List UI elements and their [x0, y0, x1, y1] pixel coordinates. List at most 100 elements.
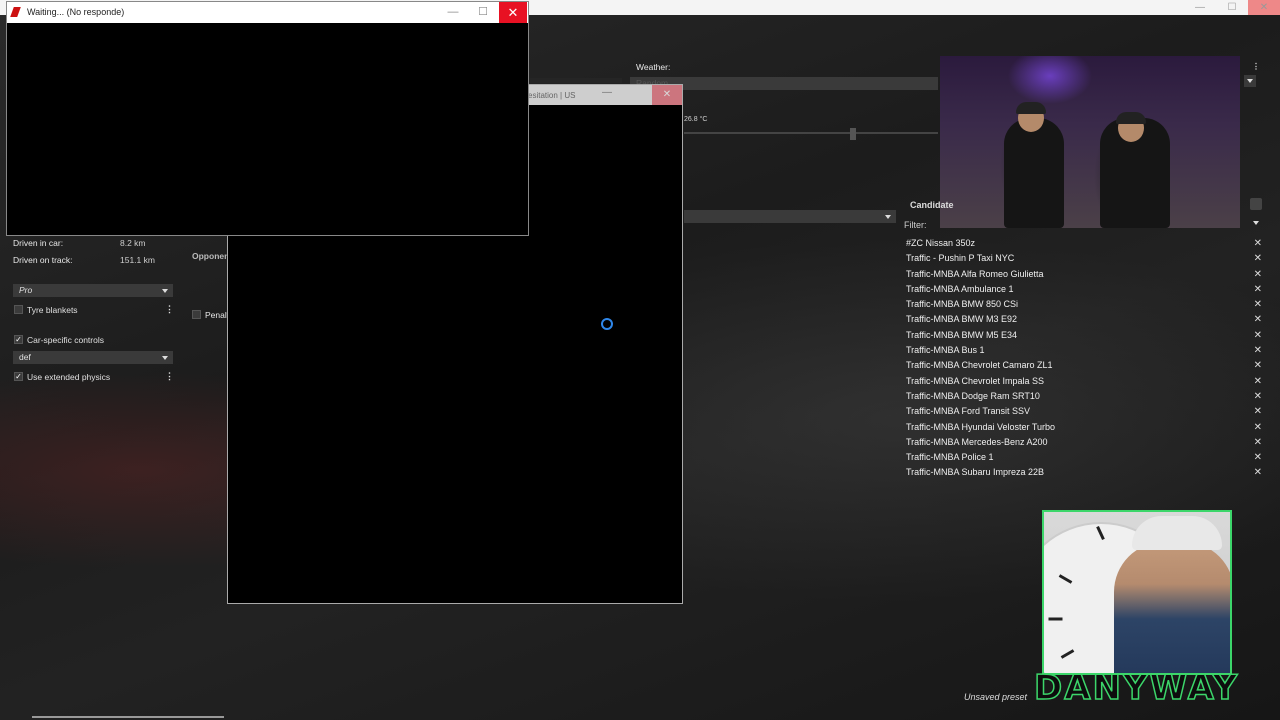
waiting-minimize-button[interactable]: —: [439, 2, 467, 23]
weather-label: Weather:: [636, 62, 671, 72]
remove-icon[interactable]: ✕: [1254, 404, 1262, 419]
candidate-name: Traffic-MNBA Mercedes-Benz A200: [906, 436, 1048, 447]
car-specific-controls-checkbox[interactable]: ✓: [14, 335, 23, 344]
filter-label: Filter:: [904, 220, 927, 230]
stream-webcam-streamer: [1042, 510, 1232, 675]
scrollbar[interactable]: [32, 716, 224, 718]
candidate-name: Traffic-MNBA Police 1: [906, 452, 994, 463]
candidates-title: Candidate: [910, 200, 954, 210]
temperature-slider-thumb[interactable]: [850, 128, 856, 140]
candidate-name: Traffic-MNBA Chevrolet Impala SS: [906, 375, 1045, 386]
settings-bar: [530, 78, 622, 83]
performer-left-cap: [1016, 102, 1046, 114]
driven-on-track-label: Driven on track:: [13, 255, 73, 265]
chevron-down-icon: [162, 356, 168, 360]
extended-physics-checkbox[interactable]: ✓: [14, 372, 23, 381]
remove-icon[interactable]: ✕: [1254, 251, 1262, 266]
channel-logo: DANYWAY: [1033, 667, 1240, 709]
side-dropdown[interactable]: [1244, 75, 1256, 87]
content-window-title: esitation | US: [528, 91, 576, 100]
assist-preset-dropdown[interactable]: Pro: [13, 284, 173, 297]
car-specific-controls-label: Car-specific controls: [27, 335, 104, 345]
waiting-close-button[interactable]: ✕: [499, 2, 527, 23]
remove-icon[interactable]: ✕: [1254, 312, 1262, 327]
candidate-name: #ZC Nissan 350z: [906, 238, 976, 248]
list-options-icon[interactable]: [1250, 198, 1262, 210]
controls-preset-dropdown[interactable]: def: [13, 351, 173, 364]
content-window-close-button[interactable]: ✕: [652, 85, 682, 105]
content-window-minimize-button[interactable]: —: [602, 87, 612, 98]
list-item[interactable]: Traffic-MNBA Hyundai Veloster Turbo ✕: [906, 420, 1262, 435]
app-icon: [10, 7, 21, 17]
main-minimize-button[interactable]: —: [1184, 0, 1216, 15]
remove-icon[interactable]: ✕: [1254, 267, 1262, 282]
list-item[interactable]: Traffic-MNBA Alfa Romeo Giulietta ✕: [906, 267, 1262, 282]
penalties-checkbox[interactable]: [192, 310, 201, 319]
tyre-blankets-label: Tyre blankets: [27, 305, 78, 315]
remove-icon[interactable]: ✕: [1254, 282, 1262, 297]
controls-preset-value: def: [19, 352, 31, 362]
remove-icon[interactable]: ✕: [1254, 328, 1262, 343]
unsaved-preset-label: Unsaved preset: [964, 692, 1028, 702]
list-item[interactable]: Traffic-MNBA Chevrolet Camaro ZL1 ✕: [906, 358, 1262, 373]
list-item[interactable]: Traffic-MNBA Ambulance 1 ✕: [906, 282, 1262, 297]
extended-physics-label: Use extended physics: [27, 372, 111, 382]
more-icon[interactable]: ⋮: [1252, 62, 1260, 71]
list-item[interactable]: Traffic-MNBA BMW M3 E92 ✕: [906, 312, 1262, 327]
candidate-name: Traffic-MNBA Bus 1: [906, 345, 985, 356]
tyre-blankets-more-icon[interactable]: ⋮: [165, 304, 174, 315]
driven-on-track-value: 151.1 km: [120, 255, 155, 265]
list-item[interactable]: Traffic-MNBA Ford Transit SSV ✕: [906, 404, 1262, 419]
main-maximize-button[interactable]: ☐: [1216, 0, 1248, 15]
remove-icon[interactable]: ✕: [1254, 420, 1262, 435]
remove-icon[interactable]: ✕: [1254, 343, 1262, 358]
candidate-name: Traffic-MNBA Chevrolet Camaro ZL1: [906, 360, 1053, 371]
remove-icon[interactable]: ✕: [1254, 297, 1262, 312]
tyre-blankets-checkbox[interactable]: [14, 305, 23, 314]
car-dropdown[interactable]: [684, 210, 896, 223]
list-item[interactable]: #ZC Nissan 350z ✕: [906, 236, 1262, 251]
candidate-name: Traffic-MNBA Ford Transit SSV: [906, 406, 1031, 417]
candidate-name: Traffic - Pushin P Taxi NYC: [906, 253, 1015, 264]
list-item[interactable]: Traffic-MNBA Subaru Impreza 22B ✕: [906, 465, 1262, 480]
waiting-maximize-button[interactable]: ☐: [469, 2, 497, 23]
remove-icon[interactable]: ✕: [1254, 465, 1262, 480]
remove-icon[interactable]: ✕: [1254, 389, 1262, 404]
candidates-list: #ZC Nissan 350z ✕ Traffic - Pushin P Taxi…: [906, 236, 1262, 481]
remove-icon[interactable]: ✕: [1254, 435, 1262, 450]
waiting-window-titlebar: Waiting... (No responde) — ☐ ✕: [7, 2, 528, 23]
list-item[interactable]: Traffic-MNBA Police 1 ✕: [906, 450, 1262, 465]
temperature-slider[interactable]: [684, 132, 938, 134]
stream-webcam-performers: [940, 56, 1240, 228]
performer-left: [1004, 118, 1064, 228]
remove-icon[interactable]: ✕: [1254, 374, 1262, 389]
streamer-hat: [1132, 516, 1222, 550]
candidate-name: Traffic-MNBA Dodge Ram SRT10: [906, 390, 1040, 401]
list-item[interactable]: Traffic - Pushin P Taxi NYC ✕: [906, 251, 1262, 266]
loading-spinner-icon: [601, 318, 613, 330]
candidate-name: Traffic-MNBA Ambulance 1: [906, 283, 1014, 294]
list-item[interactable]: Traffic-MNBA BMW 850 CSi ✕: [906, 297, 1262, 312]
main-close-button[interactable]: ✕: [1248, 0, 1280, 15]
list-item[interactable]: Traffic-MNBA Mercedes-Benz A200 ✕: [906, 435, 1262, 450]
list-item[interactable]: Traffic-MNBA Dodge Ram SRT10 ✕: [906, 389, 1262, 404]
chevron-down-icon: [162, 289, 168, 293]
list-item[interactable]: Traffic-MNBA Chevrolet Impala SS ✕: [906, 374, 1262, 389]
candidate-name: Traffic-MNBA Subaru Impreza 22B: [906, 467, 1045, 478]
chevron-down-icon: [1247, 79, 1253, 83]
waiting-window-title: Waiting... (No responde): [27, 7, 125, 17]
temperature-value: 26.8 °C: [684, 116, 708, 123]
remove-icon[interactable]: ✕: [1254, 236, 1262, 251]
candidate-name: Traffic-MNBA BMW M5 E34: [906, 329, 1018, 340]
content-window-titlebar: esitation | US — ✕: [526, 85, 682, 105]
filter-chevron-down-icon[interactable]: [1253, 221, 1259, 225]
list-item[interactable]: Traffic-MNBA Bus 1 ✕: [906, 343, 1262, 358]
extended-physics-more-icon[interactable]: ⋮: [165, 371, 174, 382]
performer-right-cap: [1116, 112, 1146, 124]
remove-icon[interactable]: ✕: [1254, 358, 1262, 373]
candidate-name: Traffic-MNBA BMW M3 E92: [906, 314, 1018, 325]
list-item[interactable]: Traffic-MNBA BMW M5 E34 ✕: [906, 328, 1262, 343]
chevron-down-icon: [885, 215, 891, 219]
driven-in-car-value: 8.2 km: [120, 238, 146, 248]
remove-icon[interactable]: ✕: [1254, 450, 1262, 465]
